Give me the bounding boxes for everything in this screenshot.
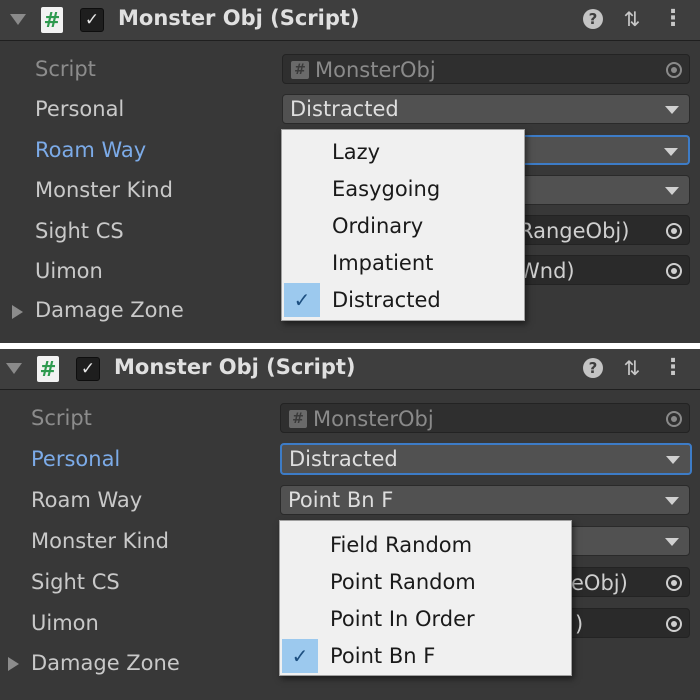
monster-kind-label: Monster Kind [35, 178, 173, 202]
checkmark-icon: ✓ [84, 10, 100, 30]
question-mark-icon[interactable]: ? [583, 9, 603, 29]
component-enabled-checkbox[interactable]: ✓ [76, 357, 100, 381]
roam-way-options-popup: Lazy Easygoing Ordinary Impatient ✓ Dist… [281, 129, 525, 321]
chevron-down-icon [665, 187, 679, 195]
uimon-object-value: ) [575, 612, 584, 636]
dropdown-option[interactable]: Point Random [280, 564, 571, 600]
dropdown-option[interactable]: Field Random [280, 527, 571, 563]
dropdown-option-selected[interactable]: ✓ Distracted [282, 282, 524, 318]
target-icon[interactable] [665, 574, 683, 592]
damage-zone-label[interactable]: Damage Zone [31, 651, 180, 675]
hash-script-icon: # [291, 61, 309, 79]
sight-cs-label: Sight CS [35, 219, 124, 243]
roam-way-dropdown-value: Point Bn F [288, 488, 394, 512]
inspector-component-panel-2: # ✓ Monster Obj (Script) ? ⇅ ⋮ Script # … [0, 349, 700, 700]
collapse-arrow-icon[interactable] [6, 363, 22, 374]
personal-dropdown[interactable]: Distracted [282, 94, 690, 124]
script-label: Script [31, 406, 92, 430]
chevron-down-icon [666, 456, 680, 464]
uimon-label: Uimon [35, 259, 103, 283]
dropdown-option-selected[interactable]: ✓ Point Bn F [280, 638, 571, 674]
target-icon[interactable] [665, 615, 683, 633]
sight-cs-object-value: RangeObj) [519, 219, 630, 243]
roam-way-dropdown[interactable]: Point Bn F [280, 485, 690, 515]
monster-kind-label: Monster Kind [31, 529, 169, 553]
question-mark-icon[interactable]: ? [583, 358, 603, 378]
dropdown-option[interactable]: Lazy [282, 134, 524, 170]
checkmark-icon: ✓ [293, 288, 311, 312]
personal-label: Personal [35, 97, 125, 121]
kebab-menu-icon[interactable]: ⋮ [661, 355, 685, 381]
roam-way-options-popup: Field Random Point Random Point In Order… [279, 520, 572, 676]
sight-cs-object-value: eObj) [571, 571, 628, 595]
script-object-field: # MonsterObj [280, 403, 690, 433]
script-label: Script [35, 57, 96, 81]
component-enabled-checkbox[interactable]: ✓ [80, 8, 104, 32]
hash-script-icon: # [289, 410, 307, 428]
chevron-down-icon [665, 497, 679, 505]
hash-script-icon: # [37, 356, 59, 382]
personal-label: Personal [31, 447, 121, 471]
component-header[interactable]: # ✓ Monster Obj (Script) ? ⇅ ⋮ [0, 349, 700, 390]
damage-zone-label[interactable]: Damage Zone [35, 298, 184, 322]
personal-dropdown-value: Distracted [290, 97, 399, 121]
target-icon[interactable] [665, 262, 683, 280]
target-icon [666, 62, 682, 78]
inspector-component-panel-1: # ✓ Monster Obj (Script) ? ⇅ ⋮ Script # … [0, 0, 700, 343]
component-title: Monster Obj (Script) [118, 6, 360, 30]
personal-dropdown[interactable]: Distracted [280, 443, 692, 475]
chevron-down-icon [665, 538, 679, 546]
script-object-value: MonsterObj [313, 407, 434, 431]
script-object-value: MonsterObj [315, 58, 436, 82]
dropdown-option[interactable]: Easygoing [282, 171, 524, 207]
component-header[interactable]: # ✓ Monster Obj (Script) ? ⇅ ⋮ [0, 0, 700, 41]
hash-script-icon: # [41, 7, 63, 33]
uimon-object-value: Wnd) [519, 259, 575, 283]
component-title: Monster Obj (Script) [114, 355, 356, 379]
personal-dropdown-value: Distracted [289, 447, 398, 471]
chevron-down-icon [664, 148, 678, 156]
roam-way-label: Roam Way [31, 488, 143, 512]
target-icon [666, 411, 682, 427]
checkmark-icon: ✓ [291, 644, 309, 668]
checkmark-icon: ✓ [80, 359, 96, 379]
dropdown-option[interactable]: Impatient [282, 245, 524, 281]
roam-way-label: Roam Way [35, 138, 147, 162]
uimon-label: Uimon [31, 611, 99, 635]
chevron-down-icon [665, 106, 679, 114]
dropdown-option[interactable]: Ordinary [282, 208, 524, 244]
sliders-icon[interactable]: ⇅ [620, 6, 644, 32]
target-icon[interactable] [665, 222, 683, 240]
dropdown-option[interactable]: Point In Order [280, 601, 571, 637]
kebab-menu-icon[interactable]: ⋮ [661, 6, 685, 32]
collapse-arrow-icon[interactable] [10, 14, 26, 25]
foldout-arrow-icon[interactable] [8, 657, 19, 671]
script-object-field: # MonsterObj [282, 54, 690, 84]
sliders-icon[interactable]: ⇅ [620, 355, 644, 381]
sight-cs-label: Sight CS [31, 570, 120, 594]
foldout-arrow-icon[interactable] [12, 305, 23, 319]
